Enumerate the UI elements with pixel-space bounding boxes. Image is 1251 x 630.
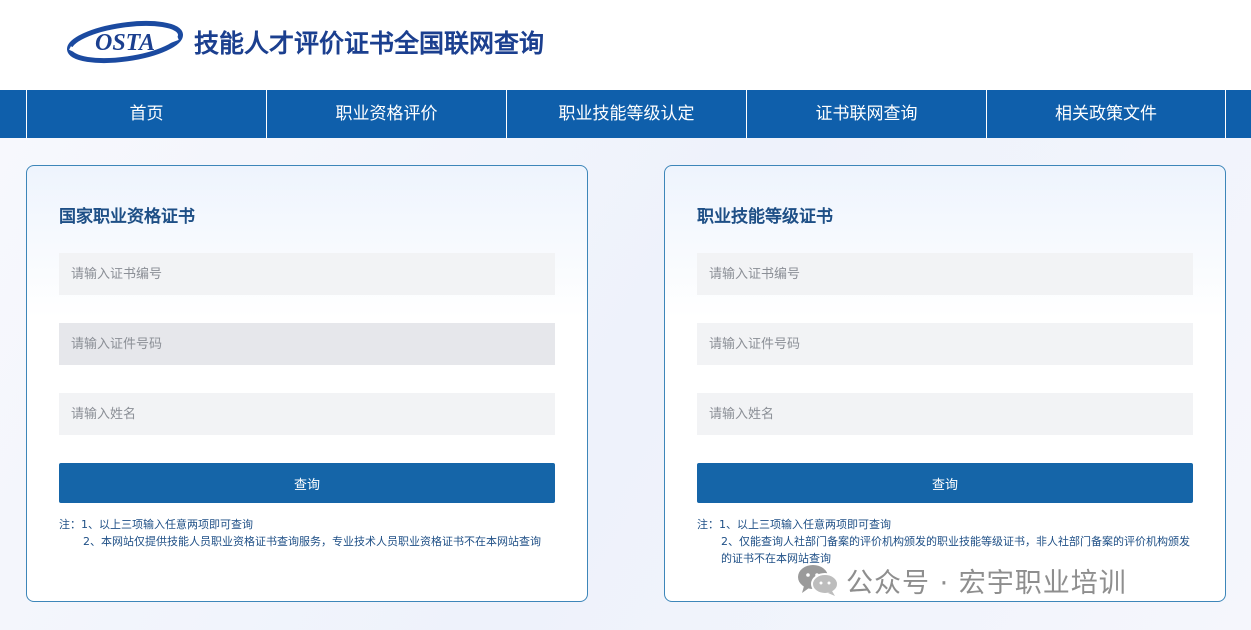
watermark: 公众号 · 宏宇职业培训	[796, 562, 1127, 599]
query-button[interactable]: 查询	[59, 463, 555, 503]
site-header: OSTA 技能人才评价证书全国联网查询	[0, 0, 1251, 90]
logo-text: OSTA	[95, 30, 155, 56]
site-title: 技能人才评价证书全国联网查询	[194, 29, 545, 58]
id-number-input[interactable]	[697, 323, 1193, 365]
osta-logo[interactable]: OSTA	[66, 18, 184, 64]
note-line: 2、本网站仅提供技能人员职业资格证书查询服务，专业技术人员职业资格证书不在本网站…	[83, 535, 541, 548]
watermark-text: 公众号 · 宏宇职业培训	[846, 567, 1127, 599]
nav-item-qualification-evaluation[interactable]: 职业资格评价	[266, 90, 506, 138]
note-line: 注：1、以上三项输入任意两项即可查询	[697, 518, 891, 531]
wechat-icon	[798, 565, 839, 596]
nav-item-certificate-query[interactable]: 证书联网查询	[746, 90, 986, 138]
nav-item-skill-level-recognition[interactable]: 职业技能等级认定	[506, 90, 746, 138]
note-line: 注：1、以上三项输入任意两项即可查询	[59, 518, 253, 531]
panel-title: 职业技能等级证书	[697, 207, 833, 227]
name-input[interactable]	[697, 393, 1193, 435]
main-nav: 首页 职业资格评价 职业技能等级认定 证书联网查询 相关政策文件	[0, 90, 1251, 138]
query-notes: 注：1、以上三项输入任意两项即可查询 2、仅能查询人社部门备案的评价机构颁发的职…	[697, 516, 1197, 567]
id-number-input[interactable]	[59, 323, 555, 365]
qualification-certificate-panel: 国家职业资格证书 查询 注：1、以上三项输入任意两项即可查询 2、本网站仅提供技…	[26, 165, 588, 602]
query-button[interactable]: 查询	[697, 463, 1193, 503]
nav-item-home[interactable]: 首页	[26, 90, 266, 138]
certificate-number-input[interactable]	[697, 253, 1193, 295]
certificate-number-input[interactable]	[59, 253, 555, 295]
name-input[interactable]	[59, 393, 555, 435]
query-notes: 注：1、以上三项输入任意两项即可查询 2、本网站仅提供技能人员职业资格证书查询服…	[59, 516, 559, 550]
nav-item-policy-documents[interactable]: 相关政策文件	[986, 90, 1226, 138]
skill-level-certificate-panel: 职业技能等级证书 查询 注：1、以上三项输入任意两项即可查询 2、仅能查询人社部…	[664, 165, 1226, 602]
panel-title: 国家职业资格证书	[59, 207, 195, 227]
